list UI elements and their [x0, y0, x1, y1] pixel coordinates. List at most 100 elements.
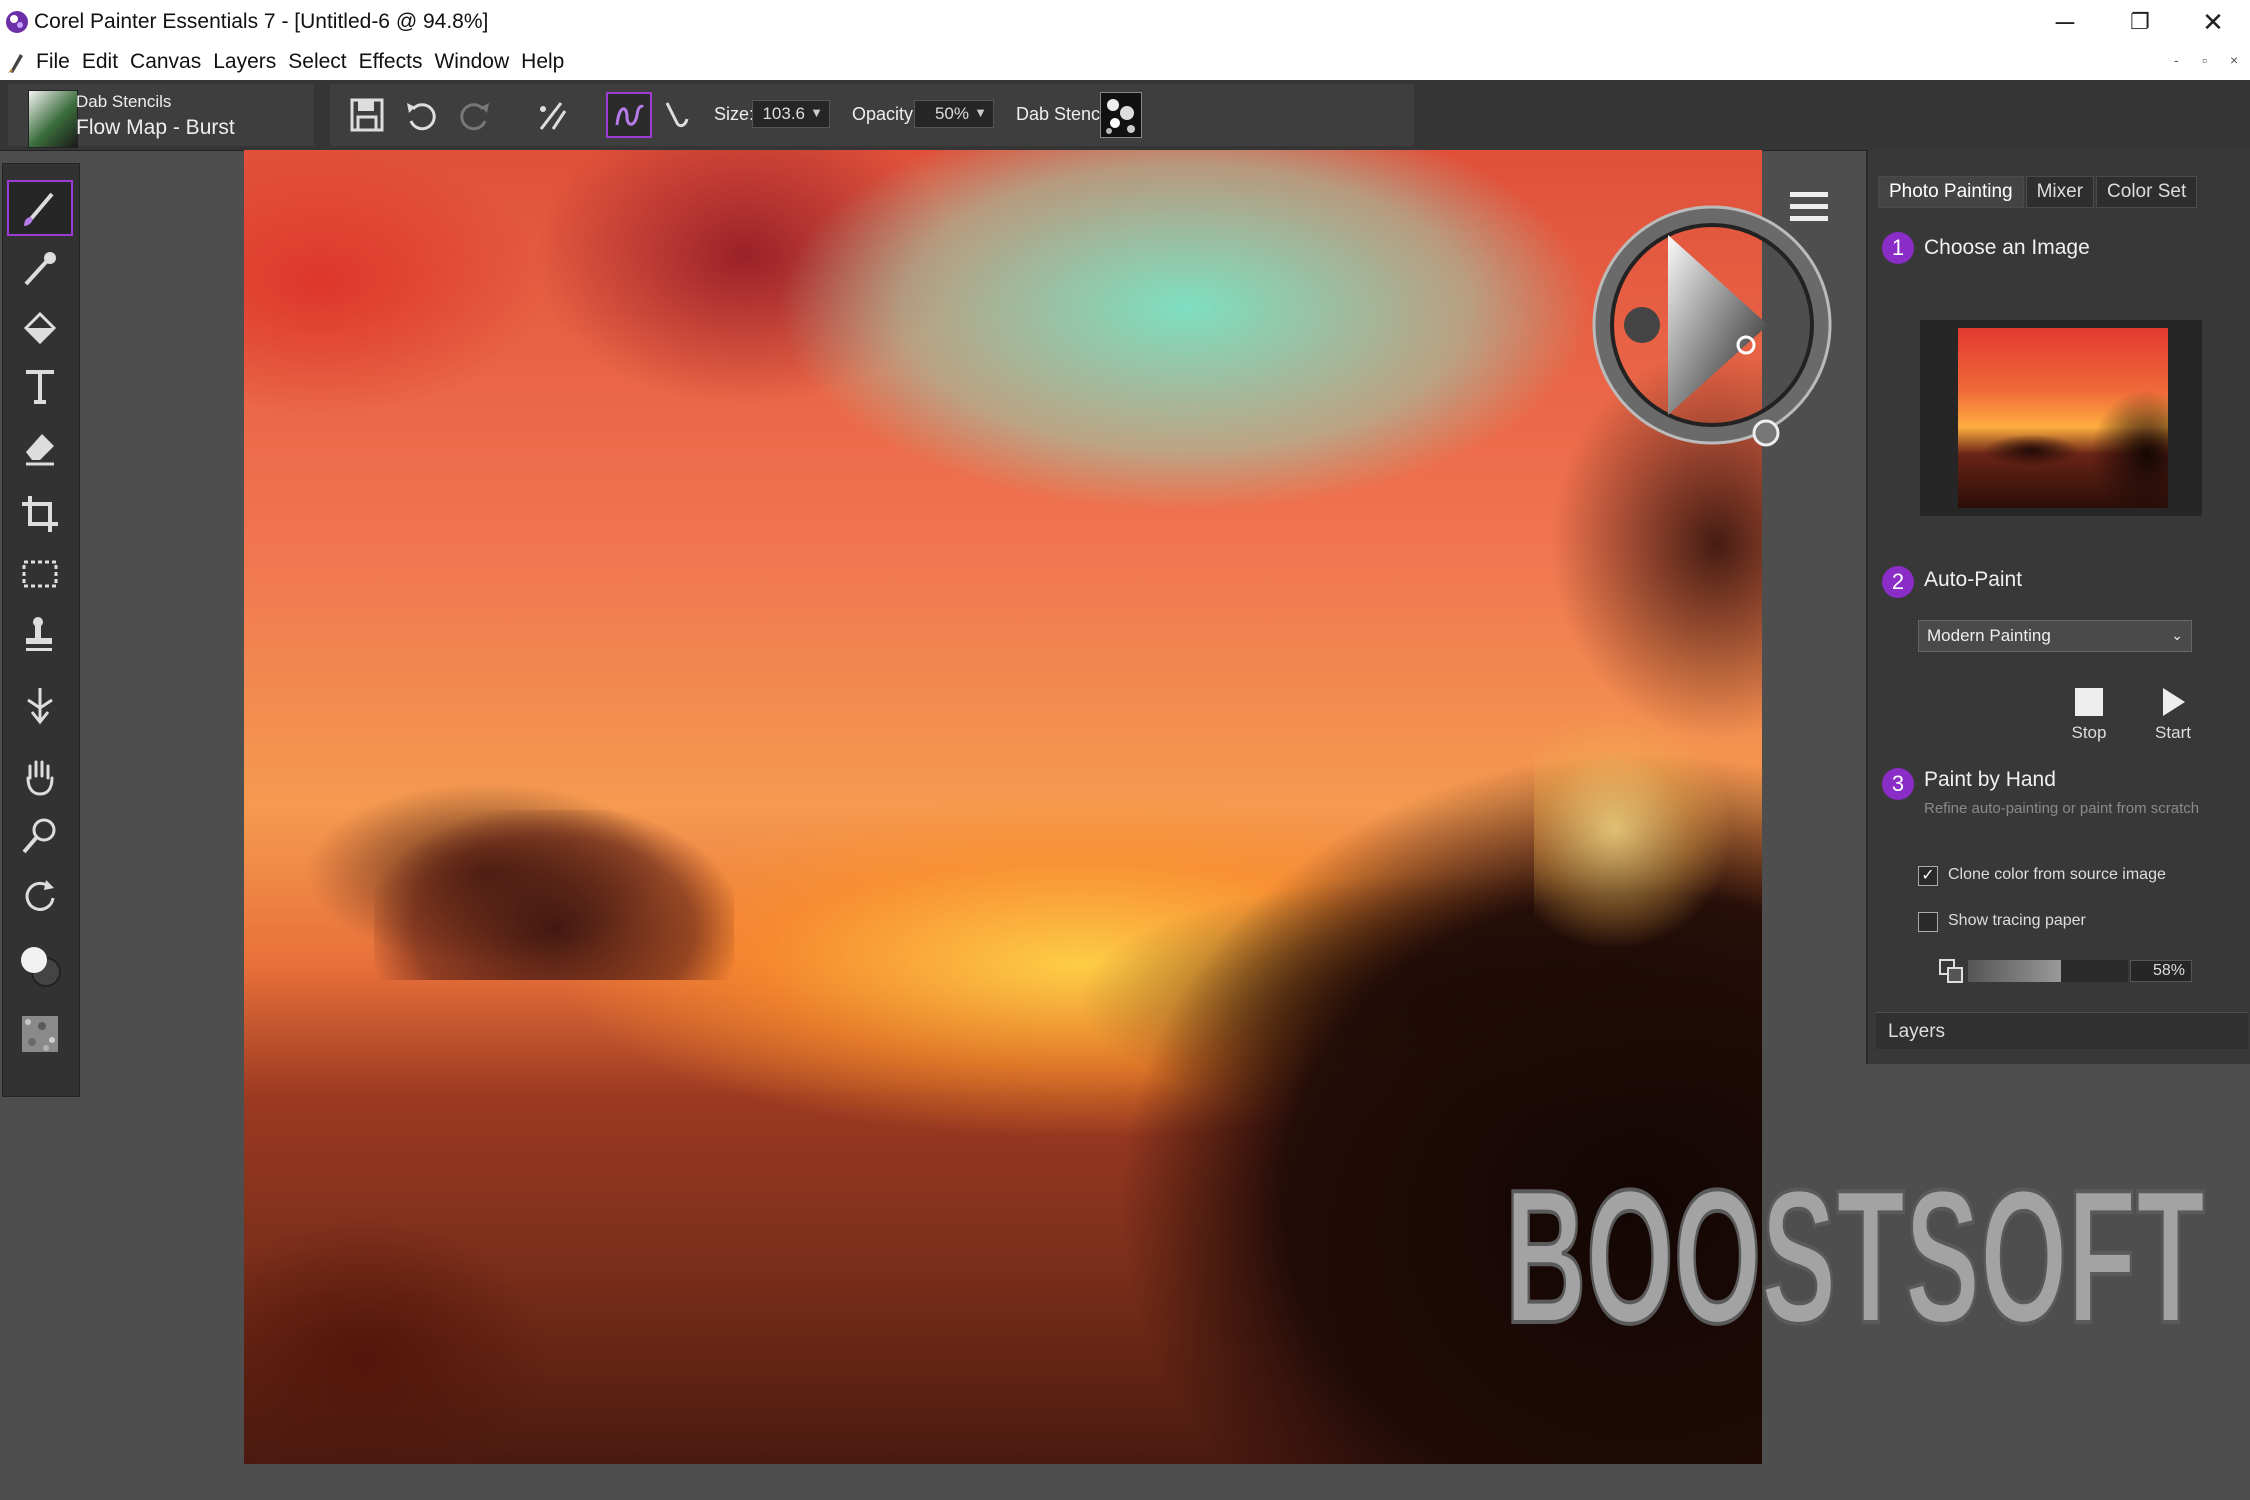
- transform-icon: [27, 688, 53, 725]
- rotate-page-tool[interactable]: [9, 870, 71, 922]
- watermark-text: BOOSTSOFT: [1505, 1151, 2205, 1350]
- tracing-opacity-slider[interactable]: [1968, 960, 2128, 982]
- clone-stamp-icon: [26, 617, 52, 651]
- step-3-hint: Refine auto-painting or paint from scrat…: [1924, 800, 2200, 817]
- text-tool[interactable]: [9, 360, 71, 412]
- hamburger-menu-icon[interactable]: [1788, 186, 1830, 228]
- title-bar: Corel Painter Essentials 7 - [Untitled-6…: [0, 0, 2250, 44]
- eraser-tool[interactable]: [9, 420, 71, 472]
- minimize-button[interactable]: ─: [2030, 0, 2100, 44]
- layers-label: Layers: [1888, 1021, 1946, 1042]
- straight-line-stroke-icon[interactable]: [656, 94, 698, 136]
- boostsoft-watermark: BOOSTSOFT: [1503, 1150, 2207, 1350]
- step-2-label: Auto-Paint: [1924, 568, 2023, 591]
- brush-tool[interactable]: [7, 180, 73, 236]
- brush-category: Dab Stencils: [76, 92, 172, 111]
- menu-canvas[interactable]: Canvas: [124, 50, 207, 74]
- source-image-frame[interactable]: [1920, 320, 2202, 516]
- paper-texture[interactable]: [9, 1004, 71, 1064]
- source-image-thumbnail: [1958, 328, 2168, 508]
- opacity-value: 50%: [934, 104, 969, 123]
- painter-app-icon: [6, 11, 28, 33]
- tracing-paper-icon: [1939, 959, 1963, 983]
- clone-color-checkbox[interactable]: ✓: [1918, 866, 1938, 886]
- undo-icon[interactable]: [400, 94, 442, 136]
- crop-icon: [22, 496, 58, 532]
- mdi-minimize-button[interactable]: -: [2174, 52, 2179, 68]
- brush-icon: [24, 192, 54, 226]
- canvas-burst-strokes: [1534, 710, 1734, 950]
- auto-paint-style-select[interactable]: Modern Painting ⌄: [1918, 620, 2192, 652]
- clone-color-label: Clone color from source image: [1948, 866, 2166, 883]
- opacity-label: Opacity:: [852, 104, 919, 124]
- photo-painting-panel: Photo Painting Mixer Color Set 1 Choose …: [1866, 150, 2250, 1064]
- opacity-field[interactable]: 50% ▼: [914, 100, 994, 128]
- color-swatch-icon: [21, 947, 61, 987]
- paint-bucket-icon: [23, 311, 57, 345]
- tracing-paper-label: Show tracing paper: [1948, 912, 2086, 929]
- menu-file[interactable]: File: [30, 50, 76, 74]
- redo-icon[interactable]: [454, 94, 496, 136]
- freehand-stroke-icon[interactable]: [606, 92, 652, 138]
- step-2-badge: 2: [1882, 566, 1914, 598]
- clone-stamp-tool[interactable]: [9, 608, 71, 660]
- stop-icon: [2075, 688, 2103, 716]
- step-1-label: Choose an Image: [1924, 236, 2090, 259]
- rotate-icon: [25, 880, 55, 911]
- step-1-badge: 1: [1882, 232, 1914, 264]
- tab-mixer[interactable]: Mixer: [2025, 176, 2095, 208]
- brush-variant: Flow Map - Burst: [76, 116, 235, 139]
- tracing-opacity-field[interactable]: 58%: [2130, 960, 2192, 982]
- panel-tabs: Photo Painting Mixer Color Set: [1878, 176, 2199, 208]
- close-button[interactable]: ✕: [2178, 0, 2248, 44]
- mdi-restore-button[interactable]: ▫: [2202, 52, 2207, 68]
- menu-effects[interactable]: Effects: [353, 50, 429, 74]
- tab-photo-painting[interactable]: Photo Painting: [1878, 176, 2024, 208]
- restore-button[interactable]: ❐: [2105, 0, 2175, 44]
- size-value: 103.6: [762, 104, 805, 123]
- brush-thumbnail[interactable]: [28, 90, 78, 148]
- grabber-tool[interactable]: [9, 750, 71, 802]
- hand-icon: [26, 760, 54, 796]
- tab-color-set[interactable]: Color Set: [2096, 176, 2198, 208]
- opacity-dropdown-icon[interactable]: ▼: [974, 105, 987, 120]
- eraser-icon: [26, 434, 54, 466]
- dab-stencil-label: Dab Stencil:: [1016, 104, 1114, 124]
- rectangle-selection-icon: [22, 560, 58, 588]
- tracing-opacity-fill: [1968, 960, 2061, 982]
- menu-bar: File Edit Canvas Layers Select Effects W…: [0, 44, 2250, 81]
- stop-button[interactable]: Stop: [2064, 686, 2114, 743]
- save-icon[interactable]: [346, 94, 388, 136]
- color-swatches[interactable]: [9, 936, 71, 996]
- step-3-label: Paint by Hand: [1924, 768, 2056, 791]
- menu-layers[interactable]: Layers: [207, 50, 282, 74]
- brush-selector[interactable]: Dab Stencils Flow Map - Burst: [8, 84, 314, 148]
- menu-select[interactable]: Select: [282, 50, 352, 74]
- menu-edit[interactable]: Edit: [76, 50, 124, 74]
- step-3-badge: 3: [1882, 768, 1914, 800]
- crop-tool[interactable]: [9, 488, 71, 540]
- start-button[interactable]: Start: [2146, 686, 2200, 743]
- dab-stencil-swatch[interactable]: [1100, 92, 1142, 138]
- paint-bucket-tool[interactable]: [9, 302, 71, 354]
- menu-window[interactable]: Window: [428, 50, 515, 74]
- brush-controls-icon[interactable]: [532, 94, 574, 136]
- auto-paint-style-value: Modern Painting: [1927, 626, 2051, 645]
- mdi-close-button[interactable]: ×: [2230, 52, 2238, 68]
- size-label: Size:: [714, 104, 755, 124]
- menu-help[interactable]: Help: [515, 50, 570, 74]
- magnifier-icon: [22, 818, 56, 854]
- magnifier-tool[interactable]: [9, 810, 71, 862]
- transform-tool[interactable]: [9, 680, 71, 732]
- start-label: Start: [2155, 723, 2191, 742]
- play-icon: [2163, 688, 2185, 716]
- text-icon: [26, 370, 54, 404]
- size-field[interactable]: 103.6 ▼: [752, 100, 830, 128]
- rectangular-selection-tool[interactable]: [9, 548, 71, 600]
- chevron-down-icon: ⌄: [2171, 627, 2183, 643]
- property-bar: Dab Stencils Flow Map - Burst Size: 103.…: [0, 80, 2250, 151]
- tracing-paper-checkbox[interactable]: [1918, 912, 1938, 932]
- size-dropdown-icon[interactable]: ▼: [810, 105, 823, 120]
- dropper-tool[interactable]: [9, 242, 71, 294]
- layers-panel-header[interactable]: Layers: [1876, 1012, 2248, 1049]
